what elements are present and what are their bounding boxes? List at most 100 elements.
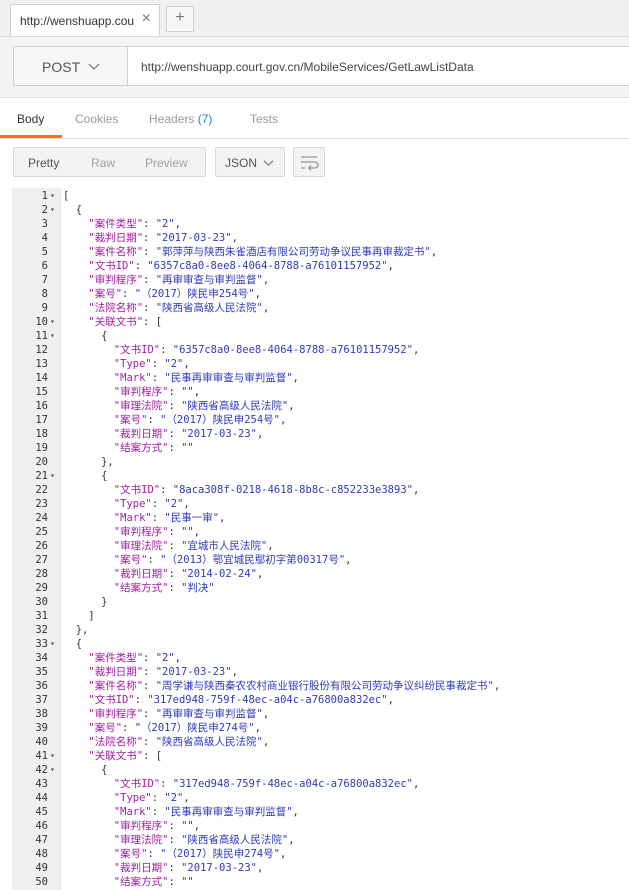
json-key: "Mark"	[113, 372, 152, 384]
json-punctuation: :	[143, 680, 156, 692]
json-key: "审理法院"	[113, 834, 169, 846]
preview-button[interactable]: Preview	[145, 156, 188, 170]
json-punctuation: ,	[262, 274, 270, 286]
json-key: "Type"	[113, 358, 152, 370]
tab-cookies[interactable]: Cookies	[75, 112, 118, 126]
line-number: 17	[35, 414, 48, 426]
line-number: 10	[35, 316, 48, 328]
line-number: 8	[41, 288, 48, 300]
fold-toggle-icon[interactable]: ▾	[50, 189, 55, 203]
response-body-editor[interactable]: 1 ▾[2 ▾{3 "案件类型": "2", 4 "裁判日期": "2017-03-23"…	[12, 188, 629, 890]
json-punctuation: :	[168, 442, 182, 454]
json-value: "2017-03-23"	[155, 666, 232, 678]
fold-toggle-icon[interactable]: ▾	[50, 329, 55, 343]
tab-tests[interactable]: Tests	[250, 112, 278, 126]
fold-toggle-icon[interactable]: ▾	[50, 203, 55, 217]
json-punctuation: :	[151, 806, 165, 818]
code-text: {	[76, 637, 82, 651]
code-text: {	[101, 329, 107, 343]
line-number: 34	[35, 652, 48, 664]
json-punctuation: ,	[387, 694, 394, 706]
json-punctuation: :	[168, 876, 182, 888]
url-input[interactable]: http://wenshuapp.court.gov.cn/MobileServ…	[127, 46, 629, 86]
response-toolbar: Pretty Raw Preview JSON	[0, 138, 629, 188]
line-number: 39	[35, 722, 48, 734]
json-punctuation: : [	[143, 316, 163, 328]
fold-toggle-icon[interactable]: ▾	[50, 763, 55, 777]
json-punctuation: :	[147, 414, 161, 426]
code-text: "案号": "（2017）陕民申274号",	[88, 721, 261, 735]
line-number: 47	[35, 834, 48, 846]
pretty-button[interactable]: Pretty	[28, 156, 59, 170]
json-punctuation: ,	[387, 260, 394, 272]
wrap-lines-button[interactable]	[293, 147, 325, 177]
code-text: "案件类型": "2",	[88, 217, 181, 231]
format-dropdown[interactable]: JSON	[215, 147, 285, 177]
code-text: "裁判日期": "2014-02-24",	[114, 567, 264, 581]
code-text: "法院名称": "陕西省高级人民法院",	[88, 735, 269, 749]
tab-headers[interactable]: Headers (7)	[149, 112, 212, 126]
json-punctuation: :	[168, 568, 182, 580]
code-line: 15 "审判程序": "",	[12, 385, 629, 399]
json-value: "民事再审审查与审判监督"	[164, 806, 293, 818]
fold-toggle-icon[interactable]: ▾	[50, 315, 55, 329]
json-punctuation: :	[168, 582, 182, 594]
json-punctuation: :	[151, 358, 165, 370]
code-line: 41 ▾ "关联文书": [	[12, 749, 629, 763]
json-value: ""	[181, 386, 194, 398]
code-text: "裁判日期": "2017-03-23",	[88, 665, 238, 679]
response-tabs: Body Cookies Headers (7) Tests	[0, 100, 629, 139]
code-line: 32},	[12, 623, 629, 637]
code-text: "审理法院": "宜城市人民法院",	[114, 539, 274, 553]
code-text: "Mark": "民事再审审查与审判监督",	[114, 805, 299, 819]
code-text: "审判程序": "",	[114, 819, 200, 833]
json-value: ""	[181, 526, 194, 538]
method-dropdown[interactable]: POST	[13, 46, 128, 86]
line-number: 26	[35, 540, 48, 552]
json-punctuation: },	[101, 456, 114, 468]
code-line: 31]	[12, 609, 629, 623]
code-line: 8 "案号": "（2017）陕民申254号",	[12, 287, 629, 301]
json-punctuation: :	[160, 484, 173, 496]
close-tab-icon[interactable]: ×	[142, 11, 151, 27]
code-text: "Type": "2",	[114, 357, 190, 371]
fold-toggle-icon[interactable]: ▾	[50, 637, 55, 651]
fold-toggle-icon[interactable]: ▾	[50, 749, 55, 763]
request-url-bar: POST http://wenshuapp.court.gov.cn/Mobil…	[0, 37, 629, 98]
json-punctuation: :	[147, 848, 161, 860]
line-number: 25	[35, 526, 48, 538]
new-tab-button[interactable]: +	[166, 6, 194, 32]
code-line: 6 "文书ID": "6357c8a0-8ee8-4064-8788-a76101…	[12, 259, 629, 273]
code-line: 30}	[12, 595, 629, 609]
line-number: 36	[35, 680, 48, 692]
json-value: "317ed948-759f-48ec-a04c-a76800a832ec"	[172, 778, 413, 790]
request-tab[interactable]: http://wenshuapp.court.gov.cn/MobileServ…	[10, 4, 160, 36]
line-number: 40	[35, 736, 48, 748]
code-text: "案件名称": "郭萍萍与陕西朱雀酒店有限公司劳动争议民事再审裁定书",	[88, 245, 437, 259]
json-punctuation: {	[75, 638, 83, 650]
json-punctuation: :	[168, 820, 182, 832]
fold-toggle-icon[interactable]: ▾	[50, 469, 55, 483]
line-number: 24	[35, 512, 48, 524]
json-value: "陕西省高级人民法院"	[181, 400, 289, 412]
json-value: "（2017）陕民申274号"	[134, 722, 255, 734]
raw-button[interactable]: Raw	[91, 156, 115, 170]
json-key: "案件类型"	[88, 652, 144, 664]
code-line: 33 ▾ {	[12, 637, 629, 651]
json-key: "法院名称"	[88, 736, 144, 748]
code-line: 43 "文书ID": "317ed948-759f-48ec-a04c-a7680…	[12, 777, 629, 791]
code-text: "裁判日期": "2017-03-23",	[88, 231, 238, 245]
json-value: "陕西省高级人民法院"	[155, 736, 263, 748]
code-text: "文书ID": "317ed948-759f-48ec-a04c-a76800a…	[114, 777, 420, 791]
code-text: "案件名称": "周学谦与陕西秦农农村商业银行股份有限公司劳动争议纠纷民事裁定书…	[88, 679, 500, 693]
json-punctuation: :	[143, 232, 156, 244]
json-key: "Mark"	[113, 512, 152, 524]
json-punctuation: ,	[231, 666, 238, 678]
code-line: 48 "案号": "（2017）陕民申274号",	[12, 847, 629, 861]
json-punctuation: :	[160, 778, 173, 790]
json-punctuation: :	[168, 386, 182, 398]
json-punctuation: ,	[262, 708, 270, 720]
tab-body[interactable]: Body	[17, 112, 44, 126]
code-line: 24 "Mark": "民事一审",	[12, 511, 629, 525]
line-number: 6	[41, 260, 48, 272]
